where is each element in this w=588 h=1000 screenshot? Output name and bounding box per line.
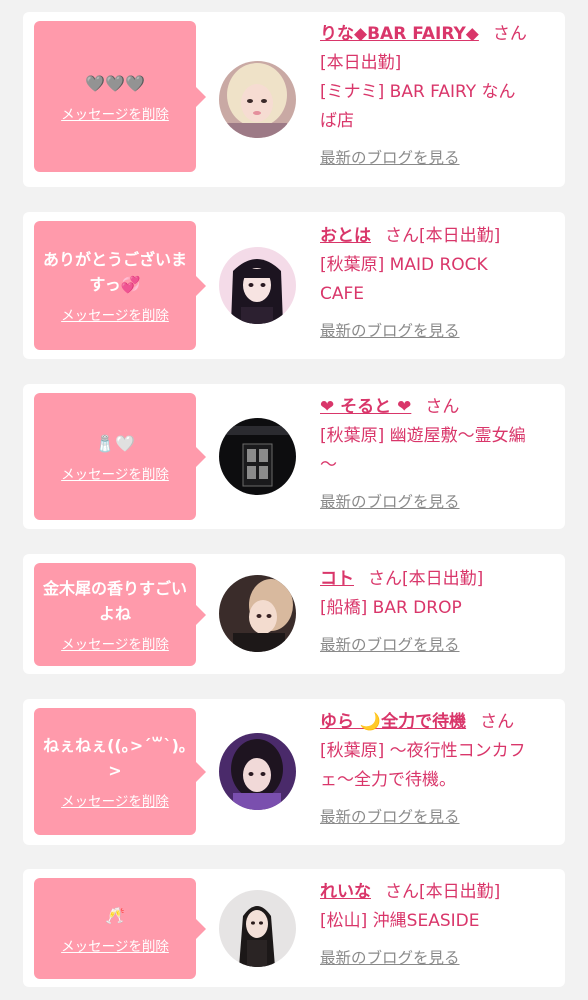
delete-message-button[interactable]: メッセージを削除 xyxy=(61,304,169,324)
message-bubble: ありがとうございますっ💞 メッセージを削除 xyxy=(34,221,206,350)
cast-name-line: コト さん[本日出勤] xyxy=(320,565,552,594)
cast-info: おとは さん[本日出勤] [秋葉原] MAID ROCK CAFE 最新のブログを… xyxy=(320,222,552,341)
avatar[interactable] xyxy=(219,575,296,652)
shop-line: CAFE xyxy=(320,284,365,304)
message-bubble: 金木犀の香りすごいよね メッセージを削除 xyxy=(34,563,206,666)
honorific: さん xyxy=(480,712,515,732)
view-blog-link[interactable]: 最新のブログを見る xyxy=(320,319,460,341)
cast-name-line: おとは さん[本日出勤] xyxy=(320,222,552,251)
message-card: ありがとうございますっ💞 メッセージを削除 おとは さん[本日出勤] [秋葉原] … xyxy=(23,212,565,359)
cast-name-link[interactable]: りな◆BAR FAIRY◆ xyxy=(320,24,479,44)
honorific: さん xyxy=(385,882,419,902)
avatar[interactable] xyxy=(219,61,296,138)
shop-line: [秋葉原] 〜夜行性コンカフ xyxy=(320,741,526,761)
cast-info: コト さん[本日出勤] [船橋] BAR DROP 最新のブログを見る xyxy=(320,565,552,655)
cast-name-link[interactable]: コト xyxy=(320,569,354,589)
avatar[interactable] xyxy=(219,418,296,495)
delete-message-button[interactable]: メッセージを削除 xyxy=(61,633,169,653)
avatar[interactable] xyxy=(219,890,296,967)
cast-name-line: ゆら 🌙全力で待機 さん xyxy=(320,708,552,737)
message-card: 🧂🤍 メッセージを削除 ❤ そると ❤ さん [秋葉原] 幽遊屋敷〜霊女編 〜 最… xyxy=(23,384,565,529)
view-blog-link[interactable]: 最新のブログを見る xyxy=(320,146,460,168)
shop-line: ェ〜全力で待機。 xyxy=(320,770,456,790)
message-text: 🧂🤍 xyxy=(95,433,135,453)
view-blog-link[interactable]: 最新のブログを見る xyxy=(320,633,460,655)
message-text: 🥂 xyxy=(105,905,125,925)
message-text: ねぇねぇ((｡>ˊ꒳ˋ)｡> xyxy=(43,736,187,780)
shop-line: [船橋] BAR DROP xyxy=(320,598,462,618)
delete-message-button[interactable]: メッセージを削除 xyxy=(61,463,169,483)
shop-status: [本日出勤] xyxy=(402,569,484,589)
message-list: 🩶🩶🩶 メッセージを削除 りな◆BAR FAIRY◆ さん [本日出勤] [ミナミ… xyxy=(0,0,588,1000)
message-card: 🩶🩶🩶 メッセージを削除 りな◆BAR FAIRY◆ さん [本日出勤] [ミナミ… xyxy=(23,12,565,187)
shop-line: [松山] 沖縄SEASIDE xyxy=(320,911,480,931)
cast-name-link[interactable]: れいな xyxy=(320,882,371,902)
message-bubble: 🥂 メッセージを削除 xyxy=(34,878,206,979)
message-text: ありがとうございますっ💞 xyxy=(42,250,187,294)
honorific: さん xyxy=(425,397,460,417)
cast-name-link[interactable]: ゆら 🌙全力で待機 xyxy=(320,712,466,732)
cast-info: ゆら 🌙全力で待機 さん [秋葉原] 〜夜行性コンカフ ェ〜全力で待機。 最新のブ… xyxy=(320,708,552,827)
cast-name-link[interactable]: ❤ そると ❤ xyxy=(320,397,411,417)
message-card: ねぇねぇ((｡>ˊ꒳ˋ)｡> メッセージを削除 ゆら 🌙全力で待機 さん [秋葉原… xyxy=(23,699,565,845)
delete-message-button[interactable]: メッセージを削除 xyxy=(61,935,169,955)
honorific: さん xyxy=(385,226,419,246)
cast-info: りな◆BAR FAIRY◆ さん [本日出勤] [ミナミ] BAR FAIRY な… xyxy=(320,20,552,168)
honorific: さん xyxy=(492,24,527,44)
message-bubble: ねぇねぇ((｡>ˊ꒳ˋ)｡> メッセージを削除 xyxy=(34,708,206,835)
cast-name-line: ❤ そると ❤ さん xyxy=(320,393,552,422)
delete-message-button[interactable]: メッセージを削除 xyxy=(61,790,169,810)
cast-name-line: りな◆BAR FAIRY◆ さん xyxy=(320,20,552,49)
avatar[interactable] xyxy=(219,733,296,810)
message-bubble: 🧂🤍 メッセージを削除 xyxy=(34,393,206,520)
shop-line: ば店 xyxy=(320,111,354,131)
honorific: さん xyxy=(368,569,402,589)
message-card: 🥂 メッセージを削除 れいな さん[本日出勤] [松山] 沖縄SEASIDE 最新… xyxy=(23,869,565,987)
message-text: 🩶🩶🩶 xyxy=(85,73,145,93)
view-blog-link[interactable]: 最新のブログを見る xyxy=(320,805,460,827)
delete-message-button[interactable]: メッセージを削除 xyxy=(61,103,169,123)
cast-name-link[interactable]: おとは xyxy=(320,226,371,246)
cast-name-line: れいな さん[本日出勤] xyxy=(320,878,552,907)
message-bubble: 🩶🩶🩶 メッセージを削除 xyxy=(34,21,206,172)
shop-line: [ミナミ] BAR FAIRY なん xyxy=(320,82,516,102)
view-blog-link[interactable]: 最新のブログを見る xyxy=(320,490,460,512)
shop-line: 〜 xyxy=(320,455,337,475)
shop-line: [秋葉原] MAID ROCK xyxy=(320,255,488,275)
shop-line: [秋葉原] 幽遊屋敷〜霊女編 xyxy=(320,426,526,446)
message-card: 金木犀の香りすごいよね メッセージを削除 コト さん[本日出勤] [船橋] BAR… xyxy=(23,554,565,674)
shop-status: [本日出勤] xyxy=(419,226,501,246)
view-blog-link[interactable]: 最新のブログを見る xyxy=(320,946,460,968)
avatar[interactable] xyxy=(219,247,296,324)
cast-info: れいな さん[本日出勤] [松山] 沖縄SEASIDE 最新のブログを見る xyxy=(320,878,552,968)
cast-info: ❤ そると ❤ さん [秋葉原] 幽遊屋敷〜霊女編 〜 最新のブログを見る xyxy=(320,393,552,512)
shop-line: [本日出勤] xyxy=(320,53,402,73)
message-text: 金木犀の香りすごいよね xyxy=(42,579,187,623)
shop-status: [本日出勤] xyxy=(419,882,501,902)
